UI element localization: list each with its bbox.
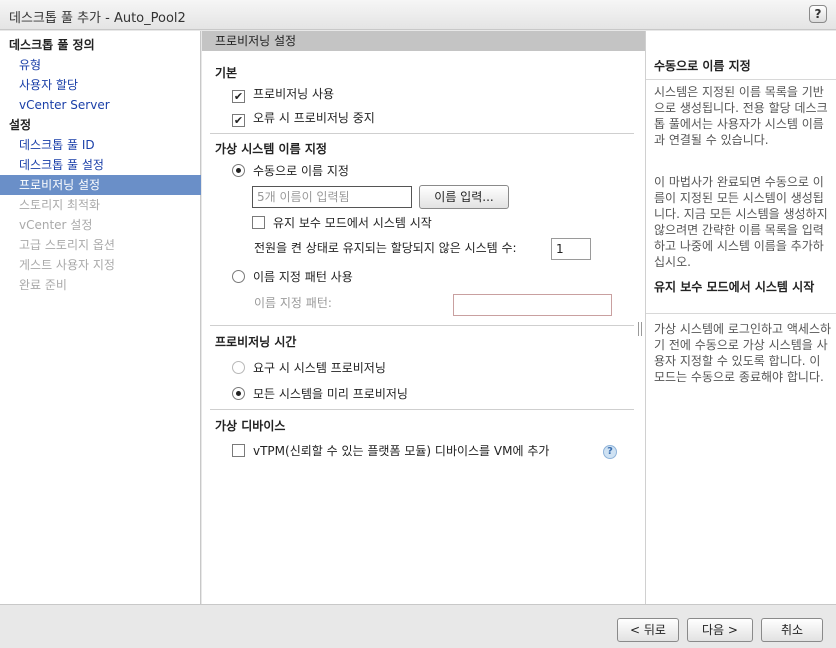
- vtpm-label: vTPM(신뢰할 수 있는 플랫폼 모듈) 디바이스를 VM에 추가: [253, 444, 550, 458]
- on-demand-row[interactable]: 요구 시 시스템 프로비저닝: [232, 359, 386, 377]
- help-title-manual-naming: 수동으로 이름 지정: [654, 59, 751, 73]
- section-title-virtual-devices: 가상 디바이스: [215, 419, 286, 433]
- sidebar-item-vcenter-server[interactable]: vCenter Server: [0, 95, 201, 115]
- help-divider: [646, 79, 836, 80]
- section-divider: [210, 325, 634, 326]
- main-panel: 프로비저닝 설정 기본 ✔ 프로비저닝 사용 ✔ 오류 시 프로비저닝 중지 가상 …: [202, 31, 645, 604]
- manual-naming-radio[interactable]: [232, 164, 245, 177]
- pattern-naming-radio[interactable]: [232, 270, 245, 283]
- window-title: 데스크톱 풀 추가 - Auto_Pool2: [9, 11, 186, 26]
- radio-selected-dot: [236, 391, 241, 396]
- maintenance-mode-row[interactable]: 유지 보수 모드에서 시스템 시작: [252, 214, 432, 232]
- sidebar-item-guest-customization: 게스트 사용자 지정: [19, 258, 115, 272]
- next-button[interactable]: 다음 >: [687, 618, 753, 642]
- sidebar-item-vcenter-settings: vCenter 설정: [19, 218, 93, 232]
- powered-on-count-input[interactable]: 1: [551, 238, 591, 260]
- up-front-row[interactable]: 모든 시스템을 미리 프로비저닝: [232, 385, 408, 403]
- stop-on-error-row[interactable]: ✔ 오류 시 프로비저닝 중지: [232, 109, 375, 127]
- pattern-field-label: 이름 지정 패턴:: [254, 296, 332, 310]
- sidebar-item-type[interactable]: 유형: [0, 55, 201, 75]
- manual-naming-label: 수동으로 이름 지정: [253, 164, 349, 178]
- vtpm-checkbox[interactable]: [232, 444, 245, 457]
- maintenance-mode-label: 유지 보수 모드에서 시스템 시작: [273, 216, 432, 230]
- enable-provisioning-label: 프로비저닝 사용: [253, 87, 335, 101]
- cancel-button[interactable]: 취소: [761, 618, 823, 642]
- pattern-naming-row[interactable]: 이름 지정 패턴 사용: [232, 268, 353, 286]
- on-demand-radio[interactable]: [232, 361, 245, 374]
- page-title: 프로비저닝 설정: [202, 31, 645, 51]
- back-button[interactable]: < 뒤로: [617, 618, 679, 642]
- section-title-provisioning-timing: 프로비저닝 시간: [215, 335, 297, 349]
- help-paragraph: 시스템은 지정된 이름 목록을 기반으로 생성됩니다. 전용 할당 데스크톱 풀…: [654, 85, 828, 147]
- sidebar-item-pool-id[interactable]: 데스크톱 풀 ID: [0, 135, 201, 155]
- stop-on-error-label: 오류 시 프로비저닝 중지: [253, 111, 375, 125]
- sidebar-item-advanced-storage: 고급 스토리지 옵션: [19, 238, 115, 252]
- enable-provisioning-row[interactable]: ✔ 프로비저닝 사용: [232, 85, 334, 103]
- window-help-button[interactable]: ?: [809, 5, 827, 23]
- sidebar-item-pool-settings[interactable]: 데스크톱 풀 설정: [0, 155, 201, 175]
- help-pane: 수동으로 이름 지정 시스템은 지정된 이름 목록을 기반으로 생성됩니다. 전…: [645, 31, 836, 604]
- sidebar-group-pool-definition: 데스크톱 풀 정의: [9, 38, 95, 52]
- section-title-basic: 기본: [215, 66, 238, 80]
- sidebar-item-user-assignment[interactable]: 사용자 할당: [0, 75, 201, 95]
- title-bar: 데스크톱 풀 추가 - Auto_Pool2 ?: [0, 0, 836, 30]
- stop-on-error-checkbox[interactable]: ✔: [232, 114, 245, 127]
- manual-naming-row[interactable]: 수동으로 이름 지정: [232, 162, 349, 180]
- help-paragraph: 가상 시스템에 로그인하고 액세스하기 전에 수동으로 가상 시스템을 사용자 …: [654, 322, 832, 384]
- enable-provisioning-checkbox[interactable]: ✔: [232, 90, 245, 103]
- pane-splitter-handle[interactable]: [638, 322, 642, 336]
- pattern-naming-label: 이름 지정 패턴 사용: [253, 270, 353, 284]
- sidebar-item-storage-optimization: 스토리지 최적화: [19, 198, 101, 212]
- enter-names-button[interactable]: 이름 입력...: [419, 185, 509, 209]
- on-demand-label: 요구 시 시스템 프로비저닝: [253, 361, 386, 375]
- maintenance-mode-checkbox[interactable]: [252, 216, 265, 229]
- sidebar-item-ready-to-complete: 완료 준비: [19, 278, 67, 292]
- vtpm-row[interactable]: vTPM(신뢰할 수 있는 플랫폼 모듈) 디바이스를 VM에 추가: [232, 442, 549, 460]
- wizard-footer: < 뒤로 다음 > 취소: [0, 604, 836, 648]
- help-paragraph: 이 마법사가 완료되면 수동으로 이름이 지정된 모든 시스템이 생성됩니다. …: [654, 175, 828, 269]
- radio-selected-dot: [236, 168, 241, 173]
- naming-pattern-input[interactable]: [453, 294, 612, 316]
- up-front-label: 모든 시스템을 미리 프로비저닝: [253, 387, 408, 401]
- help-divider: [646, 313, 836, 314]
- section-divider: [210, 409, 634, 410]
- powered-on-label: 전원을 켠 상태로 유지되는 할당되지 않은 시스템 수:: [254, 241, 517, 255]
- wizard-sidebar: 데스크톱 풀 정의 유형 사용자 할당 vCenter Server 설정 데스…: [0, 31, 201, 604]
- section-title-vm-naming: 가상 시스템 이름 지정: [215, 142, 327, 156]
- help-title-maintenance-mode: 유지 보수 모드에서 시스템 시작: [654, 280, 815, 294]
- sidebar-group-settings: 설정: [9, 118, 32, 132]
- names-input[interactable]: 5개 이름이 입력됨: [252, 186, 412, 208]
- section-divider: [210, 133, 634, 134]
- up-front-radio[interactable]: [232, 387, 245, 400]
- sidebar-item-provisioning-settings[interactable]: 프로비저닝 설정: [0, 175, 201, 195]
- vtpm-help-icon[interactable]: ?: [603, 445, 617, 459]
